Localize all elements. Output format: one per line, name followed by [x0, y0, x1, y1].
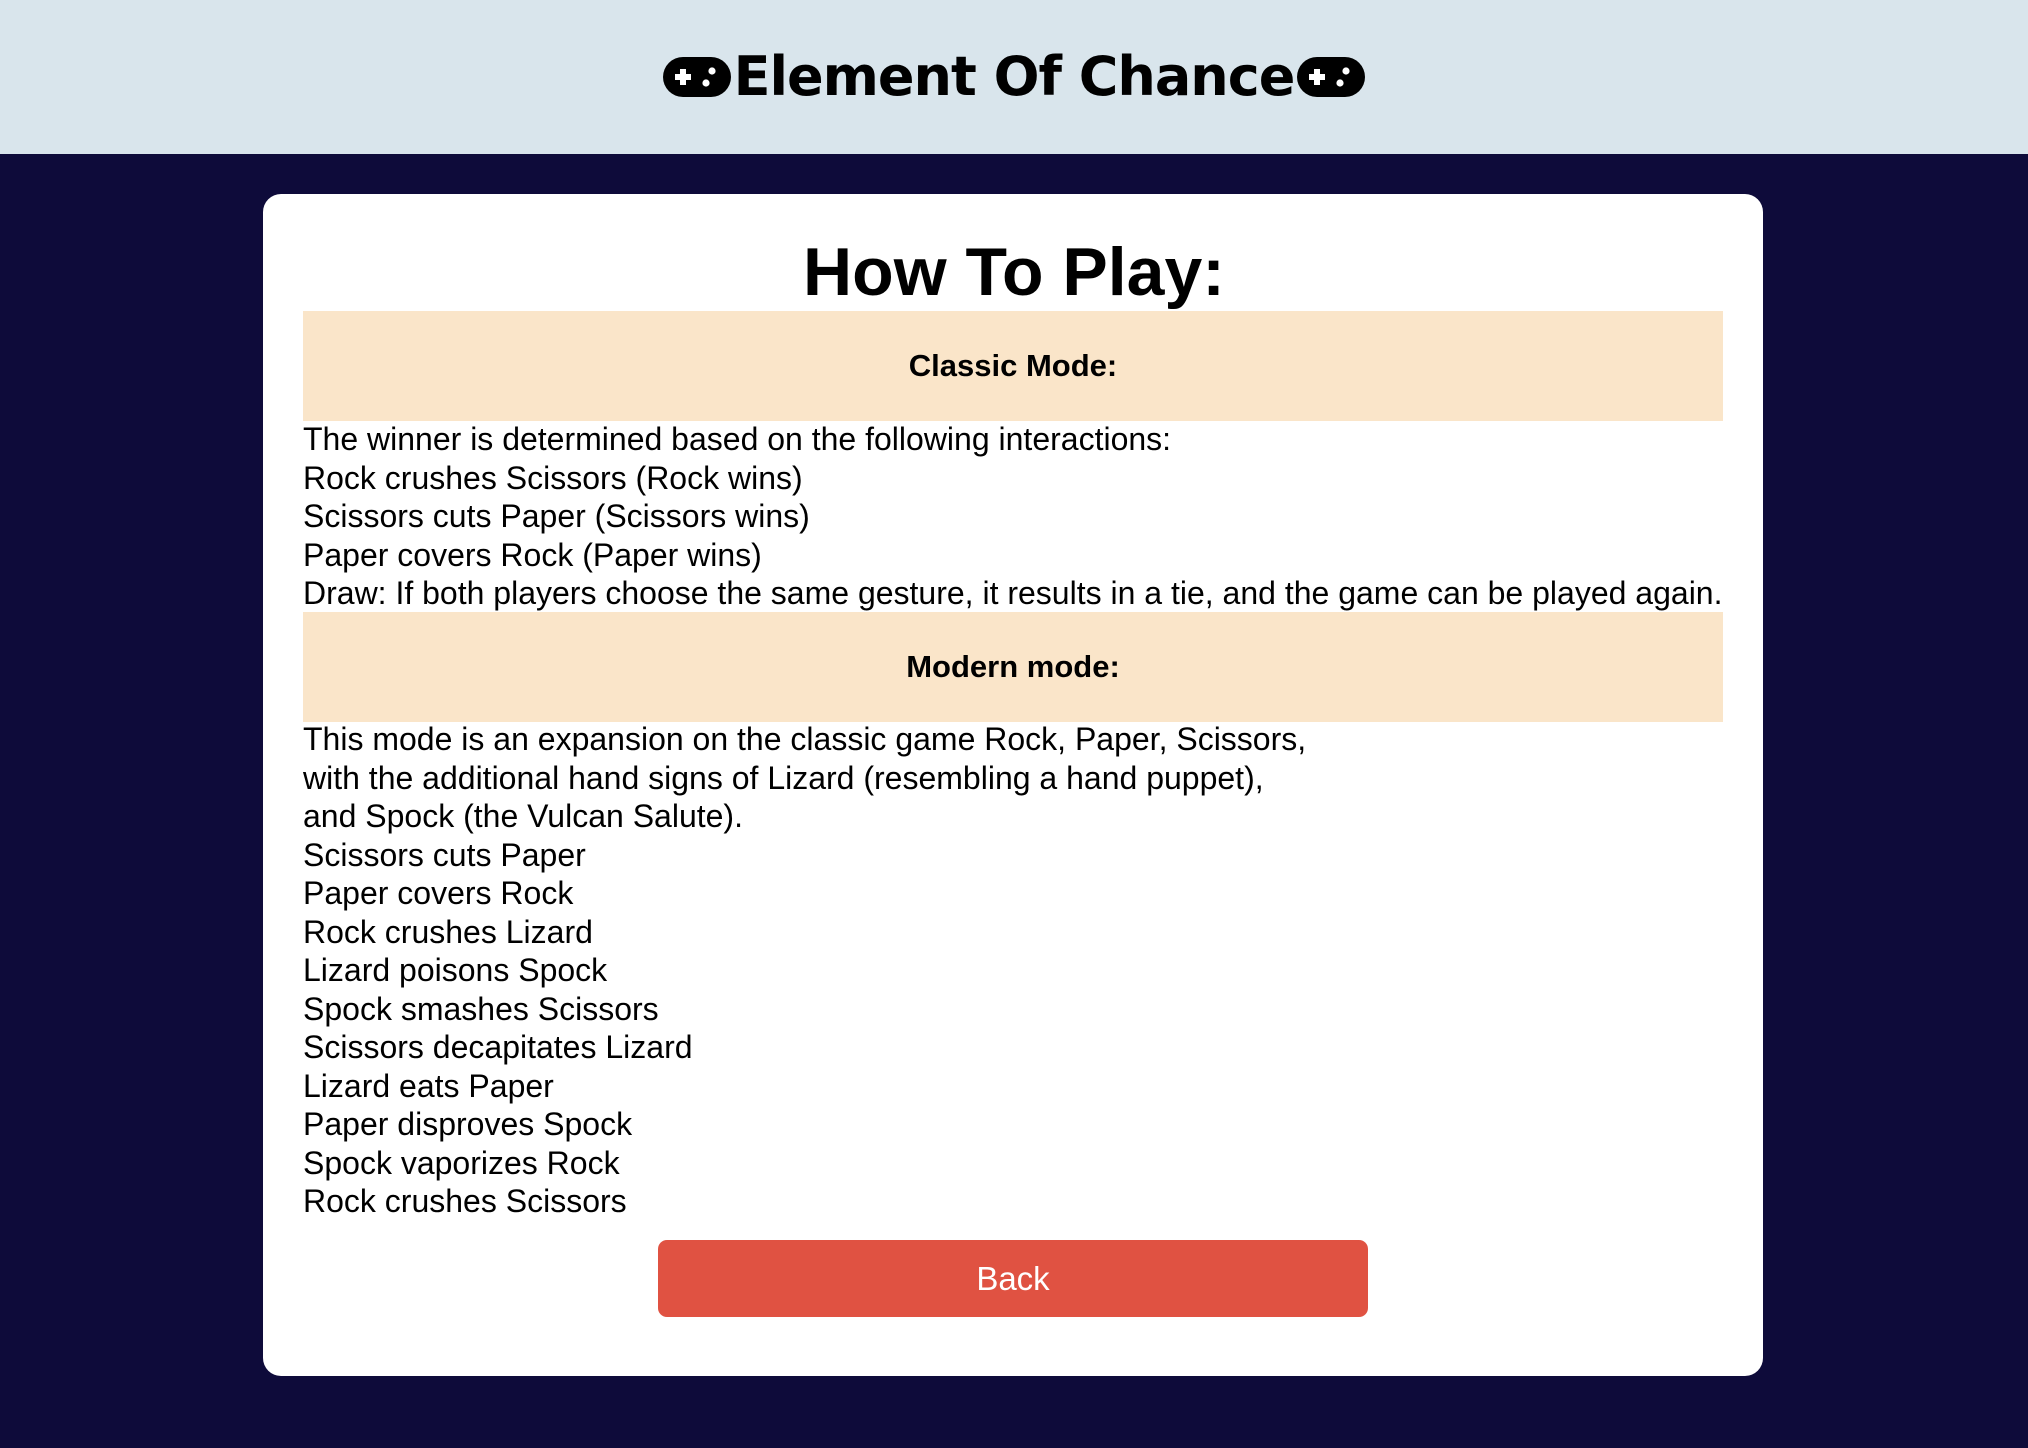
modern-mode-heading: Modern mode: — [303, 612, 1723, 722]
rule-line: Rock crushes Scissors (Rock wins) — [303, 459, 803, 496]
classic-mode-rules: The winner is determined based on the fo… — [303, 420, 1743, 613]
rule-line: Paper disproves Spock — [303, 1106, 633, 1142]
rule-line: Scissors decapitates Lizard — [303, 1029, 693, 1065]
rule-line: Spock smashes Scissors — [303, 990, 659, 1027]
rule-line: Paper covers Rock — [303, 875, 574, 911]
classic-mode-heading: Classic Mode: — [303, 311, 1723, 421]
page-title: How To Play: — [803, 234, 1225, 310]
site-title: Element Of Chance — [660, 50, 1369, 104]
site-header: Element Of Chance — [0, 0, 2028, 154]
rule-line: The winner is determined based on the fo… — [303, 421, 1172, 457]
rule-line: with the additional hand signs of Lizard… — [303, 759, 1264, 796]
rule-line: Spock vaporizes Rock — [303, 1144, 620, 1181]
rule-line: Rock crushes Scissors — [303, 1183, 627, 1219]
gamepad-icon — [662, 56, 732, 98]
rule-line: Paper covers Rock (Paper wins) — [303, 536, 762, 573]
rule-line: Rock crushes Lizard — [303, 913, 593, 950]
rule-line: Lizard eats Paper — [303, 1067, 554, 1104]
rule-line: Scissors cuts Paper (Scissors wins) — [303, 498, 810, 534]
modern-mode-rules: This mode is an expansion on the classic… — [303, 720, 1743, 1221]
site-title-text: Element Of Chance — [733, 45, 1296, 108]
gamepad-icon — [1296, 56, 1366, 98]
rule-line: Draw: If both players choose the same ge… — [303, 575, 1723, 611]
rule-line: Lizard poisons Spock — [303, 952, 608, 988]
rule-line: This mode is an expansion on the classic… — [303, 721, 1307, 757]
back-button[interactable]: Back — [658, 1240, 1368, 1317]
rule-line: and Spock (the Vulcan Salute). — [303, 798, 743, 834]
rule-line: Scissors cuts Paper — [303, 836, 586, 873]
